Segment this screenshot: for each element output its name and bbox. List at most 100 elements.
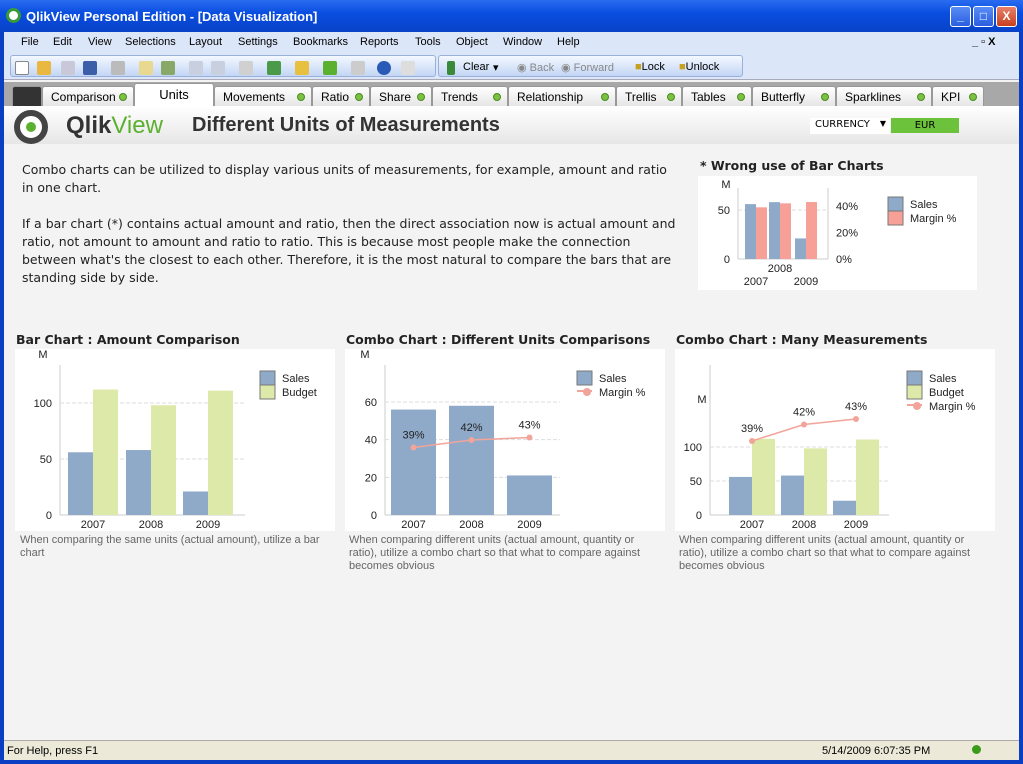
tab-movements[interactable]: Movements: [214, 86, 312, 107]
bar-sales: [781, 475, 804, 515]
intro-paragraph-2: If a bar chart (*) contains actual amoun…: [22, 216, 676, 285]
redo-icon[interactable]: [211, 61, 225, 75]
menu-object[interactable]: Object: [456, 36, 488, 48]
print-icon[interactable]: [111, 61, 125, 75]
y-tick-label: 100: [34, 398, 52, 410]
app-frame: File Edit View Selections Layout Setting…: [4, 32, 1019, 760]
lock-label: Lock: [641, 61, 665, 73]
x-tick-label: 2008: [459, 519, 483, 531]
tab-share[interactable]: Share: [370, 86, 432, 107]
legend-label: Sales: [910, 199, 938, 211]
forward-button[interactable]: ◉ Forward: [561, 61, 614, 74]
page-title: Different Units of Measurements: [192, 114, 500, 136]
legend-point-swatch: [913, 402, 921, 410]
tab-trellis[interactable]: Trellis: [616, 86, 682, 107]
data-label: 42%: [460, 422, 482, 434]
x-tick-label: 2007: [744, 276, 768, 288]
tab-comparison[interactable]: Comparison: [42, 86, 134, 107]
legend-label: Sales: [282, 373, 310, 385]
sheet-tabs: Comparison Units Movements Ratio Share Trends…: [4, 82, 1019, 107]
x-tick-label: 2009: [844, 519, 868, 531]
edit-script-icon[interactable]: [139, 61, 153, 75]
tab-trends[interactable]: Trends: [432, 86, 508, 107]
tab-label: Butterfly: [761, 90, 806, 104]
edit-object-icon[interactable]: [351, 61, 365, 75]
bar-budget: [804, 448, 827, 515]
bar-sales: [745, 204, 756, 259]
menu-layout[interactable]: Layout: [189, 36, 222, 48]
context-help-icon[interactable]: [401, 61, 415, 75]
tab-label: Movements: [223, 90, 286, 104]
tab-butterfly[interactable]: Butterfly: [752, 86, 836, 107]
unlock-button[interactable]: ■Unlock: [679, 61, 719, 73]
currency-value[interactable]: EUR: [891, 118, 959, 133]
x-tick-label: 2008: [792, 519, 816, 531]
mdi-window-controls[interactable]: _ ▫ X: [972, 36, 995, 48]
clear-dropdown-icon[interactable]: ▾: [493, 61, 499, 74]
tab-status-dot-icon: [917, 93, 925, 101]
menu-edit[interactable]: Edit: [53, 36, 72, 48]
bar-sales: [68, 452, 93, 515]
menu-tools[interactable]: Tools: [415, 36, 441, 48]
legend-label: Sales: [599, 373, 627, 385]
currency-dropdown[interactable]: CURRENCY ▼: [810, 118, 890, 134]
tab-status-dot-icon: [297, 93, 305, 101]
close-button[interactable]: X: [996, 6, 1017, 27]
chart-svg: M 0 50 100 2007 2008 2009 Sales Budget: [34, 349, 317, 531]
maximize-button[interactable]: □: [973, 6, 994, 27]
y-tick-label: 0: [46, 510, 52, 522]
margin-point: [853, 416, 859, 422]
legend-swatch: [906, 370, 923, 386]
legend-swatch: [906, 384, 923, 400]
qlikview-logo: [14, 110, 48, 144]
tab-tables[interactable]: Tables: [682, 86, 752, 107]
chart-bar[interactable]: M 0 50 100 2007 2008 2009 Sales Budget: [15, 349, 335, 531]
open-icon[interactable]: [37, 61, 51, 75]
reload-icon[interactable]: [61, 61, 75, 75]
chart-combo2[interactable]: M 0 50 100 2007 2008 2009 39% 42% 43% Sales Budget M…: [675, 349, 995, 531]
new-icon[interactable]: [15, 61, 29, 75]
bookmark-star-icon[interactable]: [323, 61, 337, 75]
menu-bookmarks[interactable]: Bookmarks: [293, 36, 348, 48]
tab-kpi[interactable]: KPI: [932, 86, 984, 107]
tab-relationship[interactable]: Relationship: [508, 86, 616, 107]
tab-sparklines[interactable]: Sparklines: [836, 86, 932, 107]
x-tick-label: 2009: [517, 519, 541, 531]
x-tick-label: 2007: [740, 519, 764, 531]
lock-button[interactable]: ■Lock: [635, 61, 665, 73]
intro-paragraph-1: Combo charts can be utilized to display …: [22, 162, 667, 195]
tab-ratio[interactable]: Ratio: [312, 86, 370, 107]
minimize-button[interactable]: _: [950, 6, 971, 27]
tab-blank[interactable]: [12, 86, 42, 107]
menu-selections[interactable]: Selections: [125, 36, 176, 48]
menu-window[interactable]: Window: [503, 36, 542, 48]
menu-view[interactable]: View: [88, 36, 112, 48]
y-tick-label: 50: [718, 205, 730, 217]
tab-units[interactable]: Units: [134, 83, 214, 107]
bar-budget: [856, 439, 879, 515]
chart-combo1[interactable]: M 0 20 40 60 2007 2008 2009 39% 42% 43% Sales Margin…: [345, 349, 665, 531]
legend-label: Budget: [282, 387, 317, 399]
menu-reports[interactable]: Reports: [360, 36, 399, 48]
data-label: 39%: [741, 423, 763, 435]
current-selections-icon[interactable]: [267, 61, 281, 75]
tab-label: Relationship: [517, 90, 584, 104]
y-tick-label: 50: [40, 454, 52, 466]
new-chart-icon[interactable]: [295, 61, 309, 75]
status-help-text: For Help, press F1: [7, 745, 99, 757]
back-button[interactable]: ◉ Back: [517, 61, 554, 74]
bar-sales: [833, 500, 856, 515]
clear-button[interactable]: Clear: [463, 61, 489, 73]
menu-settings[interactable]: Settings: [238, 36, 278, 48]
chart-wrong[interactable]: M 0 50 0% 20% 40% 2007 2008 2009 Sales Margin %: [698, 176, 977, 290]
y-axis-unit-label: M: [721, 179, 730, 191]
menu-file[interactable]: File: [21, 36, 39, 48]
undo-icon[interactable]: [189, 61, 203, 75]
help-icon[interactable]: [377, 61, 391, 75]
menu-help[interactable]: Help: [557, 36, 580, 48]
search-icon[interactable]: [239, 61, 253, 75]
chart-title-combo1: Combo Chart : Different Units Comparison…: [346, 332, 651, 347]
tab-status-dot-icon: [119, 93, 127, 101]
save-icon[interactable]: [83, 61, 97, 75]
reload-data-icon[interactable]: [161, 61, 175, 75]
